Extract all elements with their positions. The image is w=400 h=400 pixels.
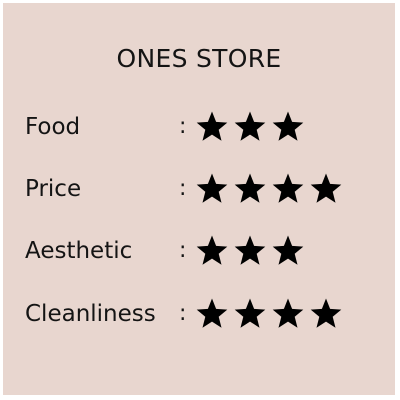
star-icon bbox=[308, 296, 344, 332]
rating-label: Cleanliness bbox=[25, 301, 156, 327]
star-rating bbox=[194, 171, 344, 207]
star-icon bbox=[270, 171, 306, 207]
star-icon bbox=[232, 296, 268, 332]
star-icon bbox=[194, 109, 230, 145]
star-icon bbox=[308, 171, 344, 207]
rating-row-price: Price : bbox=[3, 169, 395, 209]
star-rating bbox=[194, 296, 344, 332]
rating-separator: : bbox=[179, 301, 187, 326]
rating-separator: : bbox=[179, 238, 187, 263]
rating-card: ONES STORE Food : Price : Aesthetic : Cl… bbox=[3, 3, 395, 395]
rating-separator: : bbox=[179, 114, 187, 139]
store-title: ONES STORE bbox=[116, 44, 282, 73]
rating-label: Food bbox=[25, 114, 81, 140]
star-icon bbox=[232, 233, 268, 269]
star-rating bbox=[194, 109, 306, 145]
star-icon bbox=[232, 109, 268, 145]
star-rating bbox=[194, 233, 306, 269]
rating-label: Aesthetic bbox=[25, 238, 133, 264]
rating-row-food: Food : bbox=[3, 107, 395, 147]
rating-row-aesthetic: Aesthetic : bbox=[3, 231, 395, 271]
rating-separator: : bbox=[179, 176, 187, 201]
star-icon bbox=[270, 296, 306, 332]
star-icon bbox=[270, 109, 306, 145]
rating-label: Price bbox=[25, 176, 82, 202]
rating-row-cleanliness: Cleanliness : bbox=[3, 294, 395, 334]
star-icon bbox=[270, 233, 306, 269]
star-icon bbox=[194, 171, 230, 207]
star-icon bbox=[194, 233, 230, 269]
star-icon bbox=[232, 171, 268, 207]
star-icon bbox=[194, 296, 230, 332]
